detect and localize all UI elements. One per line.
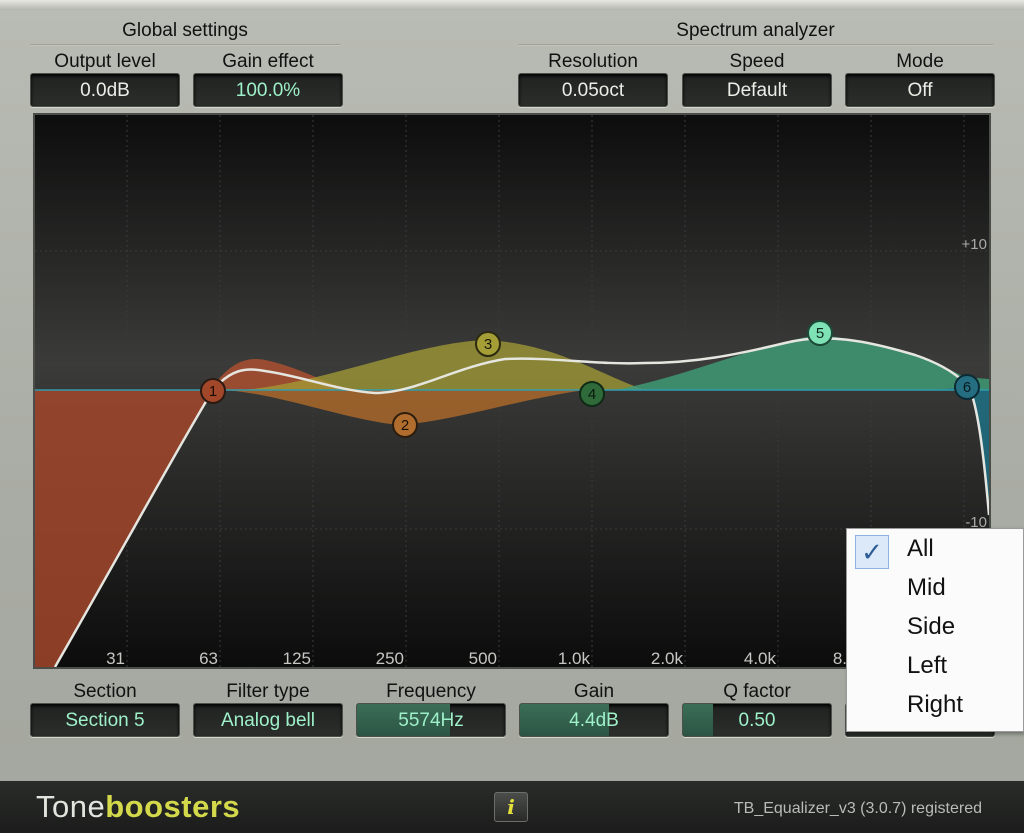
menu-item-left-label: Left — [907, 652, 948, 679]
spectrum-analyzer-divider — [518, 44, 993, 46]
band-3-label: 3 — [484, 336, 492, 353]
frequency-field[interactable]: 5574Hz — [356, 703, 506, 737]
logo-tone: Tone — [36, 789, 106, 824]
menu-item-side[interactable]: Side — [847, 607, 1023, 646]
band-5-label: 5 — [816, 325, 824, 342]
section-value: Section 5 — [65, 710, 145, 731]
gain-effect-value: 100.0% — [235, 80, 301, 101]
window-top-rim — [0, 0, 1024, 10]
gain-effect-label: Gain effect — [222, 51, 314, 72]
menu-item-mid-label: Mid — [907, 574, 946, 601]
filter-type-label: Filter type — [226, 681, 310, 702]
checkmark-icon: ✓ — [855, 535, 889, 569]
menu-item-all[interactable]: ✓ All — [847, 529, 1023, 569]
mode-label: Mode — [896, 51, 944, 72]
mode-value: Off — [907, 80, 933, 101]
q-factor-field[interactable]: 0.50 — [682, 703, 832, 737]
freq-label-2k: 2.0k — [651, 649, 684, 667]
channel-context-menu: ✓ All Mid Side Left Right — [846, 528, 1024, 732]
global-settings-divider — [30, 44, 340, 46]
menu-item-mid[interactable]: Mid — [847, 568, 1023, 607]
spectrum-analyzer-title: Spectrum analyzer — [676, 20, 835, 41]
q-factor-label: Q factor — [723, 681, 791, 702]
frequency-label: Frequency — [386, 681, 476, 702]
freq-label-125: 125 — [283, 649, 311, 667]
gain-field[interactable]: 4.4dB — [519, 703, 669, 737]
freq-label-31: 31 — [106, 649, 125, 667]
frequency-value: 5574Hz — [398, 710, 464, 731]
band-4-label: 4 — [588, 386, 596, 403]
global-settings-title: Global settings — [122, 20, 248, 41]
menu-item-left[interactable]: Left — [847, 646, 1023, 685]
q-factor-value: 0.50 — [738, 710, 776, 731]
freq-label-250: 250 — [376, 649, 404, 667]
freq-label-4k: 4.0k — [744, 649, 777, 667]
q-factor-fill — [683, 704, 713, 736]
menu-item-all-label: All — [907, 535, 934, 562]
output-level-field[interactable]: 0.0dB — [30, 73, 180, 107]
freq-label-1k: 1.0k — [558, 649, 591, 667]
speed-label: Speed — [729, 51, 785, 72]
gain-effect-field[interactable]: 100.0% — [193, 73, 343, 107]
freq-label-8k: 8. — [833, 649, 847, 667]
info-button[interactable]: i — [494, 792, 528, 822]
mode-field[interactable]: Off — [845, 73, 995, 107]
freq-label-500: 500 — [469, 649, 497, 667]
info-icon: i — [507, 795, 515, 819]
filter-type-field[interactable]: Analog bell — [193, 703, 343, 737]
output-level-value: 0.0dB — [80, 80, 130, 101]
resolution-label: Resolution — [548, 51, 638, 72]
speed-field[interactable]: Default — [682, 73, 832, 107]
menu-item-side-label: Side — [907, 613, 956, 640]
gain-value: 4.4dB — [569, 710, 619, 731]
filter-type-value: Analog bell — [220, 710, 316, 731]
section-field[interactable]: Section 5 — [30, 703, 180, 737]
resolution-field[interactable]: 0.05oct — [518, 73, 668, 107]
version-text: TB_Equalizer_v3 (3.0.7) registered — [733, 800, 982, 817]
speed-value: Default — [726, 80, 788, 101]
freq-label-63: 63 — [199, 649, 218, 667]
output-level-label: Output level — [54, 51, 156, 72]
gain-label: Gain — [573, 681, 615, 702]
menu-item-right[interactable]: Right — [847, 685, 1023, 724]
band-6-label: 6 — [963, 379, 971, 396]
db-label-plus10: +10 — [962, 236, 987, 253]
section-label: Section — [73, 681, 137, 702]
band-2-label: 2 — [401, 417, 409, 434]
logo-boosters: boosters — [105, 789, 241, 824]
menu-item-right-label: Right — [907, 691, 964, 718]
band-1-label: 1 — [209, 383, 217, 400]
resolution-value: 0.05oct — [561, 80, 625, 101]
toneboosters-logo: Toneboosters — [36, 789, 240, 825]
